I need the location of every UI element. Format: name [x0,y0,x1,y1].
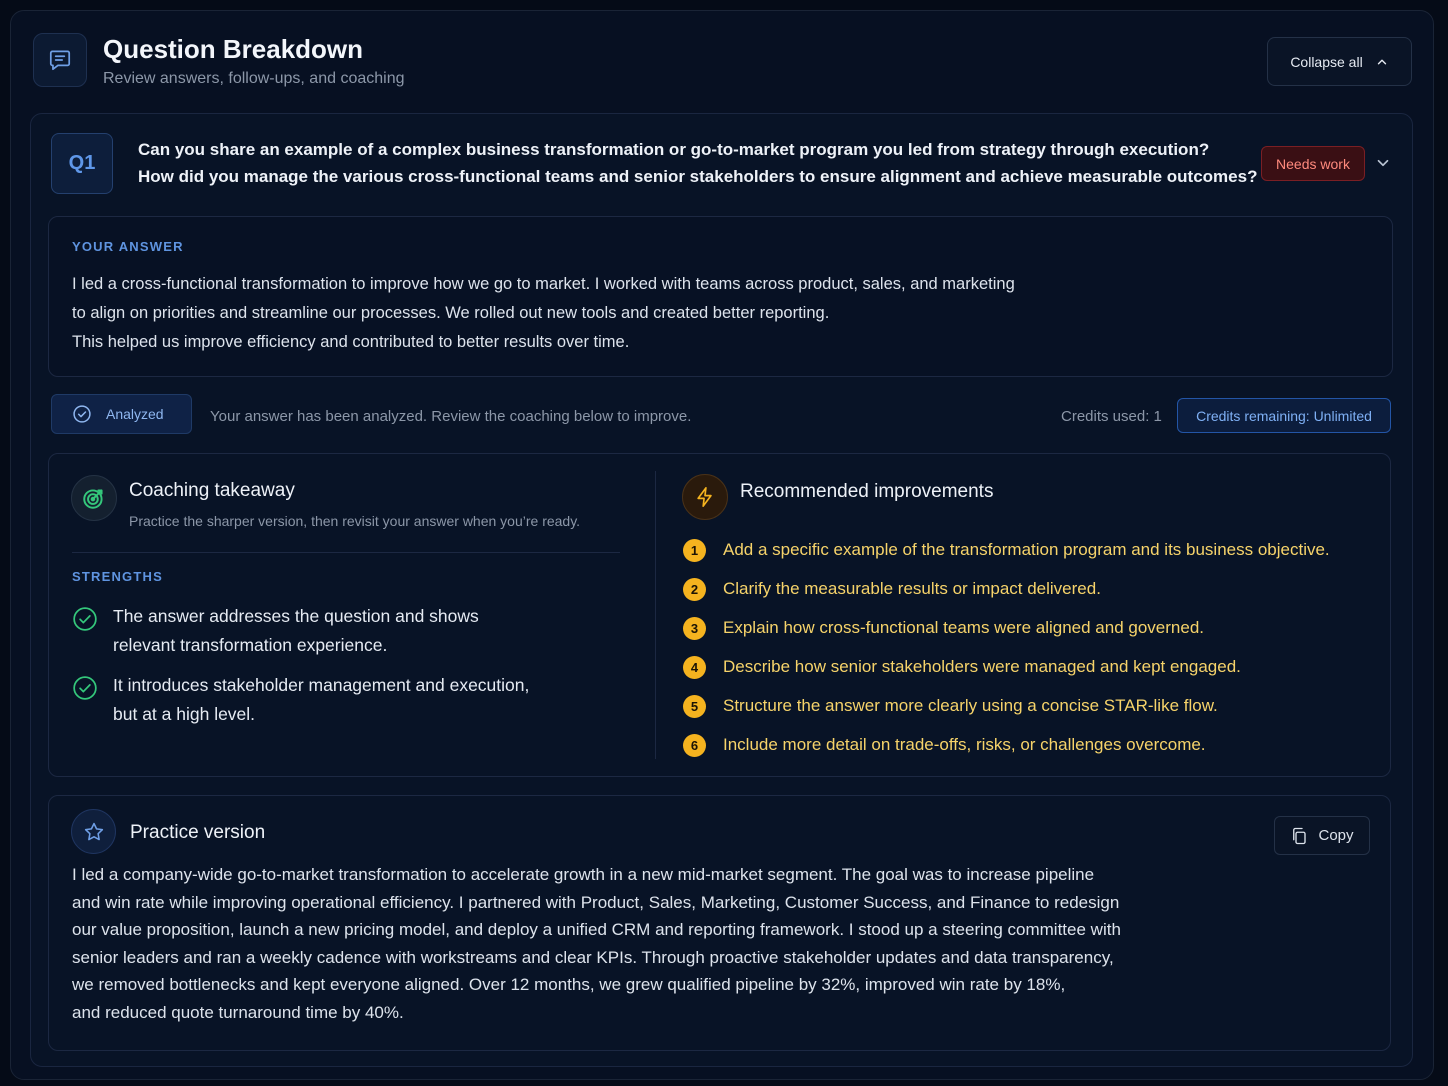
page-subtitle: Review answers, follow-ups, and coaching [103,70,405,87]
strength-line: The answer addresses the question and sh… [113,606,479,626]
strengths-label: STRENGTHS [72,569,163,584]
improvement-text: Add a specific example of the transforma… [723,540,1330,559]
coaching-title: Coaching takeaway [129,480,295,501]
analysis-message: Your answer has been analyzed. Review th… [210,408,692,425]
strength-line: relevant transformation experience. [113,635,388,655]
question-number-badge: Q1 [51,133,113,194]
improvement-number: 3 [683,616,706,640]
divider [72,552,620,553]
answer-line: This helped us improve efficiency and co… [72,333,630,351]
practice-line: we removed bottlenecks and kept everyone… [72,975,1066,995]
practice-line: senior leaders and ran a weekly cadence … [72,947,1114,967]
improvement-number: 6 [683,733,706,757]
chat-icon [33,33,87,87]
answer-text: I led a cross-functional transformation … [72,270,1015,357]
practice-line: I led a company-wide go-to-market transf… [72,865,1095,884]
target-icon [71,475,117,521]
credits-used: Credits used: 1 [1061,408,1162,425]
improvement-item: 5 Structure the answer more clearly usin… [683,694,1218,718]
improvement-number: 4 [683,655,706,679]
improvement-number: 1 [683,538,706,562]
lightning-icon [682,474,728,520]
your-answer-label: YOUR ANSWER [72,239,184,254]
check-circle-icon [73,607,97,631]
improvements-title: Recommended improvements [740,481,994,502]
practice-line: and reduced quote turnaround time by 40%… [72,1002,404,1022]
question-text[interactable]: Can you share an example of a complex bu… [138,137,1257,190]
copy-label: Copy [1318,827,1354,844]
question-line: How did you manage the various cross-fun… [138,166,1258,186]
improvement-text: Explain how cross-functional teams were … [723,618,1204,637]
chevron-down-icon[interactable] [1374,154,1392,172]
collapse-all-button[interactable]: Collapse all [1267,37,1412,86]
analyzed-status-button[interactable]: Analyzed [51,394,192,434]
column-divider [655,471,656,759]
star-icon [71,809,116,854]
strength-line: It introduces stakeholder management and… [113,675,530,695]
coaching-subtitle: Practice the sharper version, then revis… [129,513,581,529]
improvement-text: Include more detail on trade-offs, risks… [723,735,1206,754]
chevron-up-icon [1377,59,1386,64]
copy-icon [1293,827,1307,844]
improvement-text: Structure the answer more clearly using … [723,696,1218,715]
collapse-all-label: Collapse all [1290,53,1363,70]
practice-title: Practice version [130,822,266,843]
answer-line: I led a cross-functional transformation … [72,275,1015,293]
improvement-text: Clarify the measurable results or impact… [723,579,1101,598]
strength-item: The answer addresses the question and sh… [72,606,479,660]
improvement-item: 1 Add a specific example of the transfor… [683,538,1330,562]
practice-text: I led a company-wide go-to-market transf… [72,861,1142,1027]
practice-line: our value proposition, launch a new pric… [72,920,1121,940]
analyzed-label: Analyzed [106,406,164,422]
improvement-item: 6 Include more detail on trade-offs, ris… [683,733,1206,757]
check-circle-icon [73,676,97,700]
improvement-item: 4 Describe how senior stakeholders were … [683,655,1241,679]
answer-line: to align on priorities and streamline ou… [72,304,830,322]
improvement-text: Describe how senior stakeholders were ma… [723,657,1241,676]
copy-button[interactable]: Copy [1274,816,1370,855]
improvement-item: 3 Explain how cross-functional teams wer… [683,616,1204,640]
credits-remaining-badge: Credits remaining: Unlimited [1177,398,1391,433]
improvement-number: 2 [683,577,706,601]
strength-line: but at a high level. [113,704,256,724]
status-badge: Needs work [1261,146,1365,181]
strength-item: It introduces stakeholder management and… [72,675,529,729]
check-circle-icon [73,405,91,423]
improvement-item: 2 Clarify the measurable results or impa… [683,577,1101,601]
question-line: Can you share an example of a complex bu… [138,140,1210,159]
improvement-number: 5 [683,694,706,718]
practice-line: and win rate while improving operational… [72,892,1120,912]
page-title: Question Breakdown [103,34,364,64]
